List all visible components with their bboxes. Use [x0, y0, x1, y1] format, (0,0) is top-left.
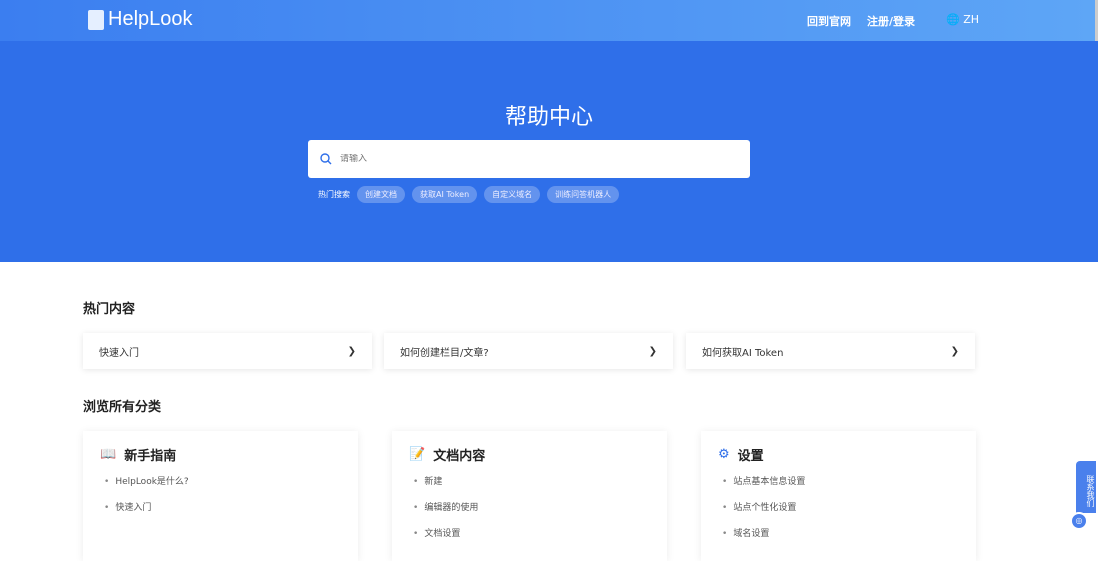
search-box[interactable] — [308, 140, 750, 178]
popular-item-label: 如何创建栏目/文章? — [400, 347, 489, 359]
hot-search: 热门搜索 创建文档 获取AI Token 自定义域名 训练问答机器人 — [318, 186, 620, 203]
document-edit-icon: 📝 — [409, 447, 426, 462]
category-link[interactable]: HelpLook是什么? — [104, 474, 341, 487]
category-card[interactable]: ⚙ 设置 站点基本信息设置站点个性化设置域名设置 — [701, 431, 976, 561]
popular-item-label: 快速入门 — [99, 347, 139, 359]
category-title: 新手指南 — [124, 449, 177, 464]
category-title: 设置 — [737, 449, 764, 464]
nav-official-site[interactable]: 回到官网 — [807, 13, 851, 29]
language-label: ZH — [963, 13, 980, 26]
popular-heading: 热门内容 — [83, 302, 136, 317]
logo[interactable]: HelpLook — [88, 8, 193, 31]
popular-item-label: 如何获取AI Token — [702, 347, 784, 359]
chevron-right-icon: ❯ — [950, 345, 959, 357]
categories-heading: 浏览所有分类 — [83, 400, 162, 415]
header: HelpLook 回到官网 注册/登录 🌐 ZH — [0, 0, 1098, 41]
search-icon — [320, 153, 332, 165]
hot-tag[interactable]: 自定义域名 — [484, 186, 541, 203]
category-card[interactable]: 📖 新手指南 HelpLook是什么? 快速入门 — [83, 431, 358, 561]
page-title: 帮助中心 — [504, 105, 593, 130]
chevron-right-icon: ❯ — [648, 345, 657, 357]
hot-tag[interactable]: 创建文档 — [357, 186, 405, 203]
book-icon: 📖 — [100, 447, 117, 462]
contact-us-button[interactable]: 联系我们 — [1076, 461, 1096, 513]
chat-icon[interactable]: ◎ — [1070, 512, 1088, 530]
category-link[interactable]: 编辑器的使用 — [413, 500, 650, 513]
language-switch[interactable]: 🌐 ZH — [946, 13, 979, 26]
popular-item[interactable]: 如何创建栏目/文章? ❯ — [384, 333, 673, 369]
hero: 帮助中心 热门搜索 创建文档 获取AI Token 自定义域名 训练问答机器人 — [0, 41, 1098, 262]
hot-tag[interactable]: 训练问答机器人 — [547, 186, 620, 203]
logo-text: HelpLook — [108, 8, 193, 30]
hot-tag[interactable]: 获取AI Token — [412, 186, 478, 203]
category-link[interactable]: 新建 — [413, 474, 650, 487]
category-card[interactable]: 📝 文档内容 新建编辑器的使用文档设置 — [392, 431, 667, 561]
category-title: 文档内容 — [433, 449, 486, 464]
category-link[interactable]: 域名设置 — [722, 526, 959, 539]
globe-icon: 🌐 — [946, 13, 960, 26]
nav-login[interactable]: 注册/登录 — [867, 13, 915, 29]
popular-item[interactable]: 快速入门 ❯ — [83, 333, 372, 369]
category-link[interactable]: 站点个性化设置 — [722, 500, 959, 513]
category-link[interactable]: 站点基本信息设置 — [722, 474, 959, 487]
gear-icon: ⚙ — [718, 447, 730, 462]
category-link[interactable]: 快速入门 — [104, 500, 341, 513]
hot-search-label: 热门搜索 — [318, 190, 350, 199]
popular-item[interactable]: 如何获取AI Token ❯ — [686, 333, 975, 369]
chevron-right-icon: ❯ — [347, 345, 356, 357]
logo-icon — [88, 9, 104, 30]
category-link[interactable]: 文档设置 — [413, 526, 650, 539]
search-input[interactable] — [340, 154, 750, 164]
